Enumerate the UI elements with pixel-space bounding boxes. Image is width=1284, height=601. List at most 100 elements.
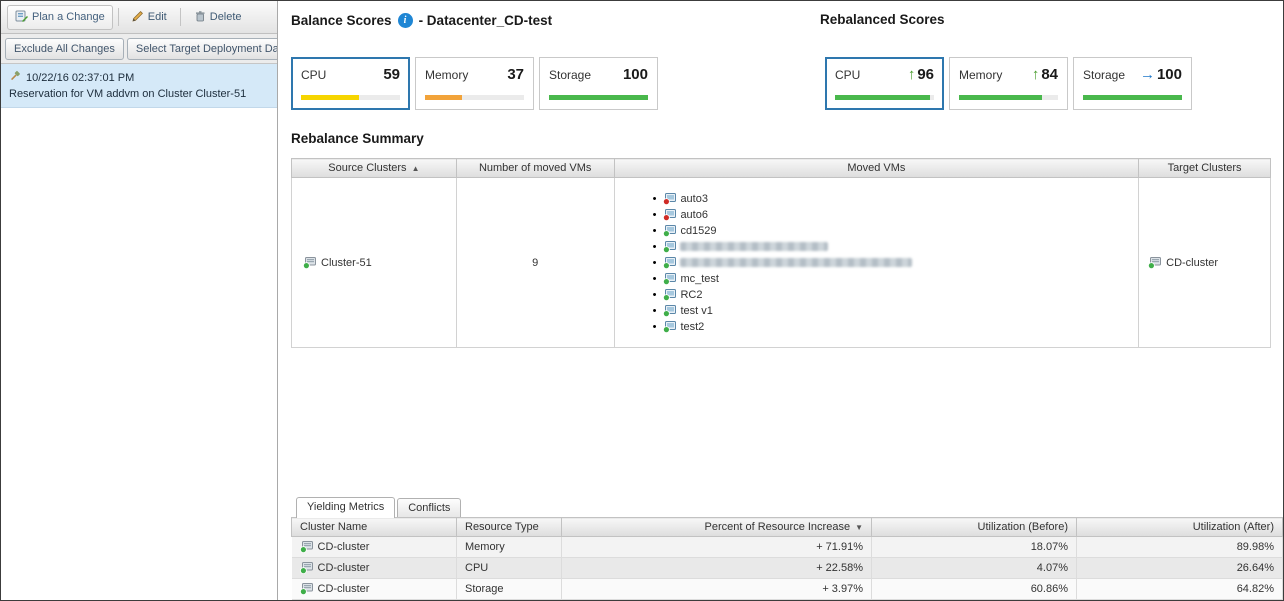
left-panel: Plan a Change Edit Delete Exclude All Ch… — [1, 1, 278, 600]
cluster-name: CD-cluster — [318, 583, 370, 595]
sort-ascending-icon: Source Clusters — [328, 162, 419, 174]
rebalanced-card-storage[interactable]: Storage 100 — [1073, 57, 1192, 110]
rebalanced-scores-title: Rebalanced Scores — [820, 12, 945, 27]
metrics-dock: Yielding Metrics Conflicts Cluster Name … — [291, 494, 1283, 600]
delete-button[interactable]: Delete — [186, 5, 250, 30]
vm-name: test2 — [680, 319, 704, 335]
column-header-percent-increase[interactable]: Percent of Resource Increase — [562, 518, 872, 537]
cluster-icon — [300, 562, 313, 574]
moved-vm — [653, 239, 1139, 255]
score-card-cpu[interactable]: CPU 59 — [291, 57, 410, 110]
scores-header: Balance Scores i - Datacenter_CD-test Re… — [291, 12, 1283, 31]
tab-yielding-metrics[interactable]: Yielding Metrics — [296, 497, 395, 518]
metrics-tabs: Yielding Metrics Conflicts — [291, 494, 1283, 517]
metrics-row[interactable]: CD-cluster Memory + 71.91% 18.07% 89.98% — [292, 537, 1283, 558]
plan-change-icon — [15, 10, 28, 25]
edit-label: Edit — [148, 11, 167, 23]
rebalance-main-panel: Balance Scores i - Datacenter_CD-test Re… — [278, 1, 1283, 600]
score-label: Storage — [1083, 68, 1125, 82]
resource-type: Memory — [457, 537, 562, 558]
score-card-storage[interactable]: Storage 100 — [539, 57, 658, 110]
score-value: 59 — [383, 66, 400, 83]
column-header-moved-vms[interactable]: Moved VMs — [614, 159, 1139, 178]
delete-icon — [194, 10, 206, 25]
cluster-icon — [1148, 257, 1161, 269]
percent-increase: + 71.91% — [562, 537, 872, 558]
tab-conflicts[interactable]: Conflicts — [397, 498, 461, 517]
percent-increase: + 3.97% — [562, 579, 872, 600]
change-list-item[interactable]: 10/22/16 02:37:01 PM Reservation for VM … — [1, 64, 277, 108]
score-bar — [959, 95, 1058, 100]
sort-descending-icon: Percent of Resource Increase — [705, 521, 863, 533]
score-bar — [549, 95, 648, 100]
rebalanced-card-memory[interactable]: Memory 84 — [949, 57, 1068, 110]
column-header-target-clusters[interactable]: Target Clusters — [1139, 159, 1271, 178]
column-header-moved-count[interactable]: Number of moved VMs — [456, 159, 614, 178]
column-header-cluster-name[interactable]: Cluster Name — [292, 518, 457, 537]
score-value: 100 — [623, 66, 648, 83]
vm-icon — [663, 193, 676, 205]
datacenter-name: - Datacenter_CD-test — [419, 13, 553, 28]
utilization-before: 60.86% — [872, 579, 1077, 600]
resource-type: CPU — [457, 558, 562, 579]
column-header-utilization-before[interactable]: Utilization (Before) — [872, 518, 1077, 537]
cluster-icon — [300, 583, 313, 595]
moved-vm: auto6 — [653, 207, 1139, 223]
score-bar — [1083, 95, 1182, 100]
cluster-name: CD-cluster — [318, 562, 370, 574]
moved-vm: RC2 — [653, 287, 1139, 303]
trend-right-icon — [1140, 66, 1155, 83]
trend-up-icon — [1032, 66, 1040, 83]
toolbar-separator — [118, 8, 119, 26]
score-label: Memory — [959, 68, 1002, 82]
changes-toolbar: Plan a Change Edit Delete — [1, 1, 277, 34]
moved-vm-list: auto3 auto6 cd1529 — [615, 191, 1139, 335]
moved-vm-count: 9 — [456, 178, 614, 348]
moved-vm: test v1 — [653, 303, 1139, 319]
utilization-after: 26.64% — [1077, 558, 1283, 579]
score-label: Storage — [549, 68, 591, 82]
changes-actions-bar: Exclude All Changes Select Target Deploy… — [1, 34, 277, 64]
cluster-icon — [303, 257, 316, 269]
vm-name: RC2 — [680, 287, 702, 303]
edit-button[interactable]: Edit — [124, 5, 175, 30]
change-description: Reservation for VM addvm on Cluster Clus… — [9, 88, 269, 100]
edit-icon — [132, 10, 144, 25]
column-header-utilization-after[interactable]: Utilization (After) — [1077, 518, 1283, 537]
vm-name: cd1529 — [680, 223, 716, 239]
utilization-before: 18.07% — [872, 537, 1077, 558]
plan-a-change-button[interactable]: Plan a Change — [7, 5, 113, 30]
vm-icon — [663, 289, 676, 301]
redacted-vm-name — [680, 258, 912, 267]
score-bar — [425, 95, 524, 100]
app-window: Plan a Change Edit Delete Exclude All Ch… — [0, 0, 1284, 601]
vm-name: test v1 — [680, 303, 712, 319]
moved-vm — [653, 255, 1139, 271]
column-header-source-clusters[interactable]: Source Clusters — [292, 159, 457, 178]
percent-increase: + 22.58% — [562, 558, 872, 579]
score-cards-row: CPU 59 Memory 37 Storage 100 — [291, 57, 1283, 110]
vm-name: auto6 — [680, 207, 708, 223]
cluster-name: CD-cluster — [318, 541, 370, 553]
rebalance-summary-table: Source Clusters Number of moved VMs Move… — [291, 158, 1271, 348]
select-target-deployment-button[interactable]: Select Target Deployment Da — [127, 38, 277, 60]
score-card-memory[interactable]: Memory 37 — [415, 57, 534, 110]
delete-label: Delete — [210, 11, 242, 23]
rebalance-summary-title: Rebalance Summary — [291, 131, 1283, 146]
column-header-resource-type[interactable]: Resource Type — [457, 518, 562, 537]
moved-vm: cd1529 — [653, 223, 1139, 239]
score-value: 84 — [1041, 66, 1058, 83]
summary-row[interactable]: Cluster-51 9 auto3 auto6 — [292, 178, 1271, 348]
metrics-row[interactable]: CD-cluster Storage + 3.97% 60.86% 64.82% — [292, 579, 1283, 600]
rebalanced-card-cpu[interactable]: CPU 96 — [825, 57, 944, 110]
redacted-vm-name — [680, 242, 828, 251]
vm-icon — [663, 241, 676, 253]
change-type-icon — [9, 70, 21, 85]
vm-icon — [663, 225, 676, 237]
info-icon[interactable]: i — [398, 13, 413, 28]
vm-icon — [663, 305, 676, 317]
exclude-all-changes-button[interactable]: Exclude All Changes — [5, 38, 124, 60]
score-label: CPU — [835, 68, 860, 82]
moved-vm: test2 — [653, 319, 1139, 335]
metrics-row[interactable]: CD-cluster CPU + 22.58% 4.07% 26.64% — [292, 558, 1283, 579]
